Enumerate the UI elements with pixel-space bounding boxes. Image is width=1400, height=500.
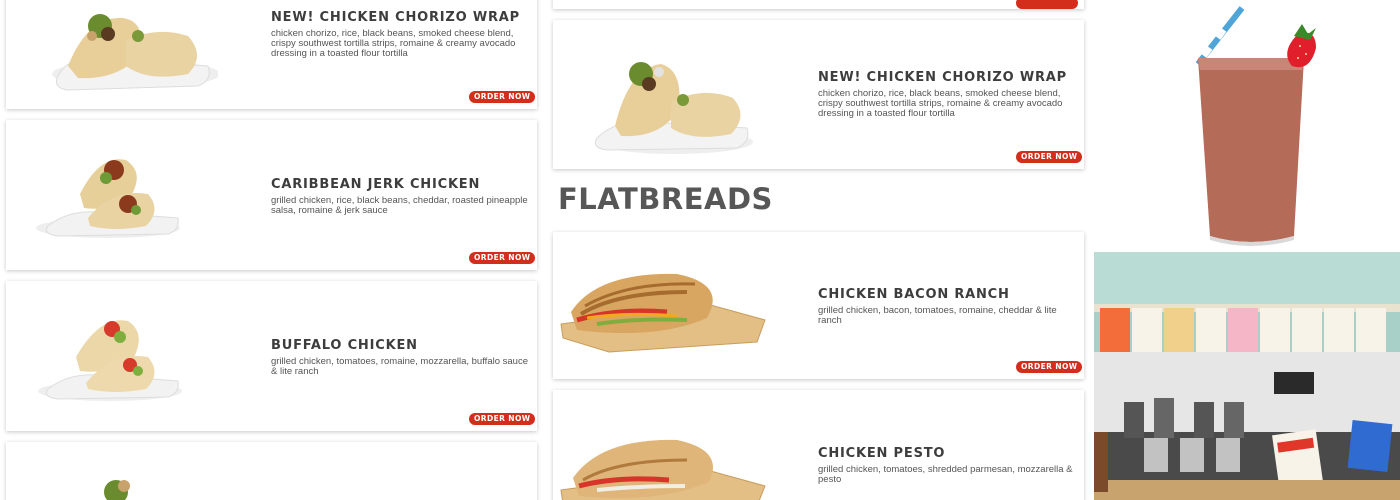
item-title: BUFFALO CHICKEN — [271, 338, 418, 353]
flatbread-image — [557, 420, 767, 500]
item-description: chicken chorizo, rice, black beans, smok… — [271, 28, 516, 59]
item-title: NEW! CHICKEN CHORIZO WRAP — [818, 70, 1067, 85]
order-now-button[interactable]: ORDER NOW — [469, 252, 536, 264]
menu-card-chicken-pesto: CHICKEN PESTO grilled chicken, tomatoes,… — [553, 390, 1084, 500]
order-now-button[interactable]: ORDER NOW — [1016, 361, 1083, 373]
menu-card-chorizo-wrap-2: NEW! CHICKEN CHORIZO WRAP chicken choriz… — [553, 20, 1084, 169]
order-now-button[interactable]: ORDER NOW — [469, 413, 536, 425]
menu-card-buffalo-chicken: BUFFALO CHICKEN grilled chicken, tomatoe… — [6, 281, 537, 431]
item-description: grilled chicken, bacon, tomatoes, romain… — [818, 305, 1057, 326]
item-title: CARIBBEAN JERK CHICKEN — [271, 177, 481, 192]
item-description: chicken chorizo, rice, black beans, smok… — [818, 88, 1063, 119]
order-now-button[interactable]: ORDER NOW — [1016, 151, 1083, 163]
item-description: grilled chicken, tomatoes, shredded parm… — [818, 464, 1073, 485]
wrap-image — [28, 148, 188, 243]
item-title: CHICKEN PESTO — [818, 446, 946, 461]
item-description: grilled chicken, rice, black beans, ched… — [271, 195, 528, 216]
item-description: grilled chicken, tomatoes, romaine, mozz… — [271, 356, 528, 377]
wrap-image — [575, 42, 755, 157]
section-heading-flatbreads: FLATBREADS — [558, 182, 773, 216]
wrap-image — [28, 309, 188, 404]
wrap-image — [76, 472, 156, 500]
item-title: CHICKEN BACON RANCH — [818, 287, 1010, 302]
flatbread-image — [557, 258, 767, 358]
menu-card-top-partial — [553, 0, 1084, 9]
menu-card-partial — [6, 442, 537, 500]
store-interior-image — [1094, 252, 1400, 500]
menu-card-caribbean-jerk: CARIBBEAN JERK CHICKEN grilled chicken, … — [6, 120, 537, 270]
order-now-button-partial[interactable] — [1016, 0, 1078, 9]
wrap-image — [28, 0, 218, 96]
smoothie-image — [1094, 0, 1400, 252]
order-now-button[interactable]: ORDER NOW — [469, 91, 536, 103]
item-title: NEW! CHICKEN CHORIZO WRAP — [271, 10, 520, 25]
menu-card-chicken-bacon-ranch: CHICKEN BACON RANCH grilled chicken, bac… — [553, 232, 1084, 379]
menu-card-chorizo-wrap: NEW! CHICKEN CHORIZO WRAP chicken choriz… — [6, 0, 537, 109]
